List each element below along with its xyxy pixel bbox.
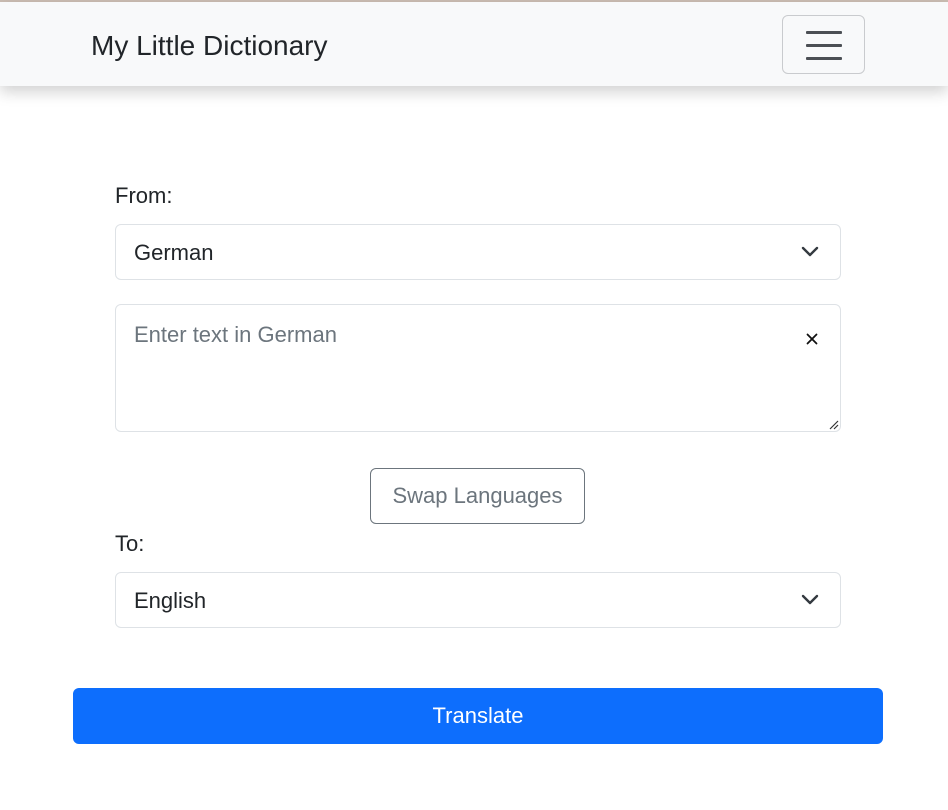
chevron-down-icon xyxy=(801,594,819,605)
navbar: My Little Dictionary xyxy=(0,2,948,86)
swap-languages-button[interactable]: Swap Languages xyxy=(370,468,585,524)
navbar-brand[interactable]: My Little Dictionary xyxy=(91,28,328,64)
to-label: To: xyxy=(115,531,145,556)
close-icon[interactable] xyxy=(804,331,820,347)
resize-handle-icon[interactable] xyxy=(827,418,839,430)
to-language-value: English xyxy=(134,588,207,613)
source-text-placeholder: Enter text in German xyxy=(134,322,337,347)
to-language-select[interactable]: English xyxy=(115,572,841,628)
navbar-toggle-button[interactable] xyxy=(782,15,865,74)
from-language-select[interactable]: German xyxy=(115,224,841,280)
from-label: From: xyxy=(115,183,173,208)
from-language-value: German xyxy=(134,240,214,265)
chevron-down-icon xyxy=(801,246,819,257)
source-text-input[interactable]: Enter text in German xyxy=(115,304,841,432)
translate-button[interactable]: Translate xyxy=(73,688,883,744)
